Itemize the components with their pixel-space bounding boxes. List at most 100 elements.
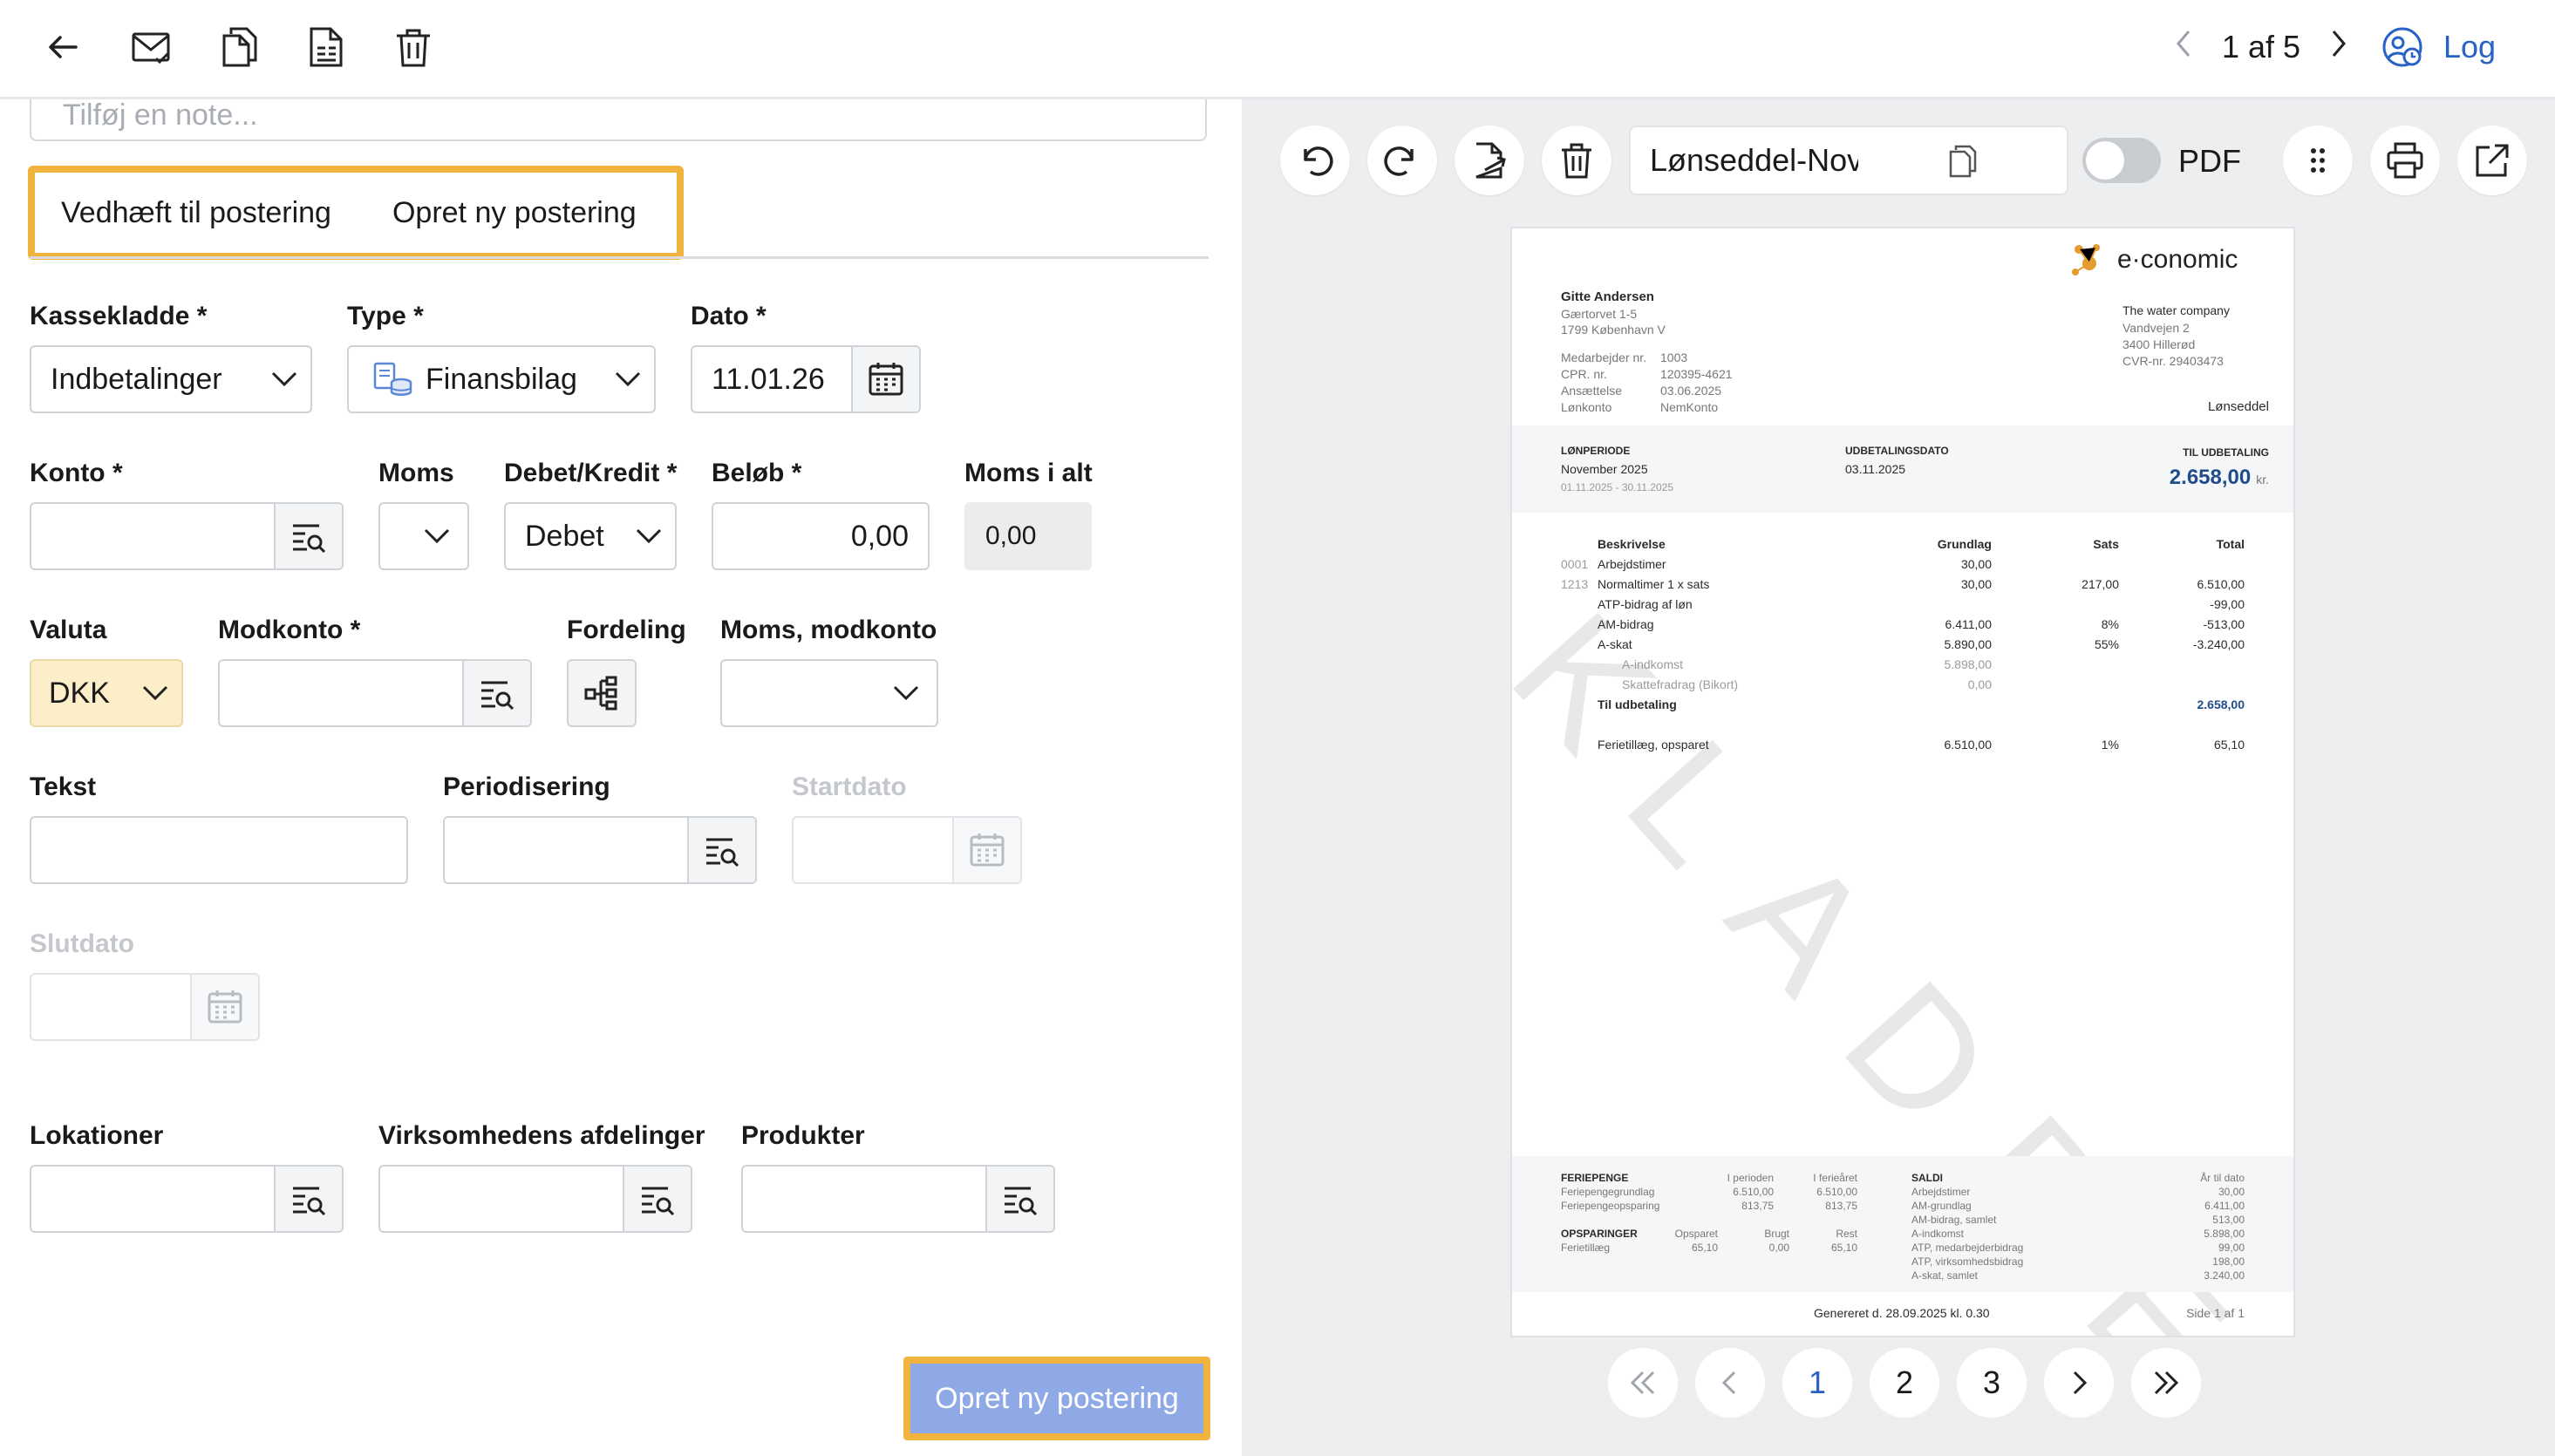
copy-icon[interactable] [215, 23, 263, 71]
footer-band [1512, 1156, 2293, 1292]
produkter-input[interactable] [741, 1165, 1055, 1233]
note-input[interactable]: Tilføj en note... [30, 99, 1207, 141]
tekst-input[interactable] [30, 816, 408, 884]
document-viewer: Lønseddel-November ... PDF KLADDE e·cono… [1242, 99, 2555, 1456]
saldi-key: Arbejdstimer [1911, 1186, 1971, 1198]
moms-label: Moms [378, 459, 454, 487]
lokationer-input[interactable] [30, 1165, 344, 1233]
startdato-label: Startdato [792, 772, 907, 801]
row-desc: A-indkomst [1622, 657, 1684, 671]
row-total: -3.240,00 [2192, 637, 2245, 651]
calendar-icon[interactable] [851, 347, 919, 412]
op-value: 0,00 [1768, 1242, 1789, 1254]
redo-icon[interactable] [1367, 126, 1437, 195]
mail-icon[interactable] [127, 23, 176, 71]
list-search-icon[interactable] [623, 1167, 691, 1231]
copy-icon[interactable] [1858, 143, 2067, 178]
periodisering-label: Periodisering [443, 772, 610, 801]
employee-name: Gitte Andersen [1561, 289, 1654, 304]
row-desc: Arbejdstimer [1598, 557, 1666, 571]
trash-icon[interactable] [389, 23, 438, 71]
doc-type: Lønseddel [2207, 399, 2269, 414]
slutdato-input [30, 973, 260, 1041]
moms-modkonto-label: Moms, modkonto [720, 616, 937, 644]
slutdato-label: Slutdato [30, 929, 134, 958]
document-page: KLADDE e·conomic Gitte Andersen Gærtorve… [1510, 227, 2295, 1337]
tab-create-new-posting[interactable]: Opret ny postering [392, 196, 637, 230]
chevron-down-icon [258, 371, 310, 388]
page-button[interactable]: 1 [1782, 1348, 1852, 1418]
fp-value: 6.510,00 [1733, 1186, 1774, 1198]
open-external-icon[interactable] [2457, 126, 2527, 195]
valuta-select[interactable]: DKK [30, 659, 183, 727]
feriepenge-label: FERIEPENGE [1561, 1172, 1629, 1184]
row-desc: A-skat [1598, 637, 1632, 651]
trash-icon[interactable] [1542, 126, 1611, 195]
list-search-icon[interactable] [462, 661, 530, 725]
log-label: Log [2443, 29, 2497, 65]
log-button[interactable]: Log [2381, 21, 2496, 73]
coins-icon [349, 360, 415, 398]
page-button[interactable]: 2 [1870, 1348, 1939, 1418]
last-page-icon[interactable] [2131, 1348, 2201, 1418]
chevron-left-icon[interactable] [2171, 28, 2197, 67]
konto-input[interactable] [30, 502, 344, 570]
i-perioden-label: I perioden [1727, 1172, 1774, 1184]
modkonto-label: Modkonto * [218, 616, 361, 644]
row-grundlag: 30,00 [1960, 557, 1992, 571]
kassekladde-select[interactable]: Indbetalinger [30, 345, 312, 413]
rest-label: Rest [1836, 1228, 1857, 1240]
saldi-key: A-skat, samlet [1911, 1269, 1979, 1282]
opsparet-label: Opsparet [1674, 1228, 1718, 1240]
meta-value: 120395-4621 [1660, 367, 1733, 381]
undo-icon[interactable] [1280, 126, 1350, 195]
distribution-tree-icon[interactable] [567, 659, 637, 727]
saldi-value: 30,00 [2218, 1186, 2245, 1198]
startdato-input [792, 816, 1022, 884]
moms-modkonto-select[interactable] [720, 659, 938, 727]
list-search-icon[interactable] [687, 818, 755, 882]
back-arrow-icon[interactable] [38, 23, 87, 71]
list-search-icon[interactable] [274, 1167, 342, 1231]
row-total: -513,00 [2203, 617, 2245, 631]
fordeling-label: Fordeling [567, 616, 686, 644]
toggle-knob [2086, 141, 2124, 180]
periodisering-input[interactable] [443, 816, 757, 884]
list-search-icon[interactable] [274, 504, 342, 568]
fp-key: Feriepengeopsparing [1561, 1200, 1660, 1212]
pdf-toggle[interactable] [2082, 138, 2161, 183]
moms-select[interactable] [378, 502, 469, 570]
debet-kredit-select[interactable]: Debet [504, 502, 677, 570]
row-grundlag: 6.510,00 [1944, 738, 1993, 752]
file-name-field[interactable]: Lønseddel-November ... [1629, 126, 2068, 195]
meta-key: Lønkonto [1561, 400, 1612, 414]
row-total: 2.658,00 [2197, 697, 2245, 711]
generated-text: Genereret d. 28.09.2025 kl. 0.30 [1814, 1306, 1990, 1320]
export-file-icon[interactable] [1455, 126, 1524, 195]
type-select[interactable]: Finansbilag [347, 345, 656, 413]
list-search-icon[interactable] [985, 1167, 1053, 1231]
drag-handle-icon[interactable] [2283, 126, 2353, 195]
afdelinger-input[interactable] [378, 1165, 692, 1233]
next-page-icon[interactable] [2044, 1348, 2114, 1418]
modkonto-input[interactable] [218, 659, 532, 727]
row-grundlag: 0,00 [1967, 677, 1992, 691]
document-lines-icon[interactable] [302, 23, 351, 71]
chevron-right-icon[interactable] [2325, 28, 2351, 67]
saldi-key: AM-grundlag [1911, 1200, 1972, 1212]
moms-i-alt-value: 0,00 [964, 502, 1092, 570]
prev-page-icon[interactable] [1695, 1348, 1765, 1418]
user-clock-icon [2382, 27, 2422, 67]
print-icon[interactable] [2370, 126, 2440, 195]
first-page-icon[interactable] [1608, 1348, 1678, 1418]
tabs-divider [30, 256, 1209, 259]
konto-label: Konto * [30, 459, 123, 487]
create-posting-button[interactable]: Opret ny postering [903, 1357, 1210, 1440]
page-button[interactable]: 3 [1957, 1348, 2027, 1418]
dato-input[interactable]: 11.01.26 [691, 345, 921, 413]
company-address-1: Vandvejen 2 [2122, 321, 2190, 335]
employee-address-2: 1799 København V [1561, 323, 1666, 337]
tab-attach-to-posting[interactable]: Vedhæft til postering [61, 196, 331, 230]
chevron-down-icon [602, 371, 654, 388]
belob-input[interactable]: 0,00 [712, 502, 930, 570]
